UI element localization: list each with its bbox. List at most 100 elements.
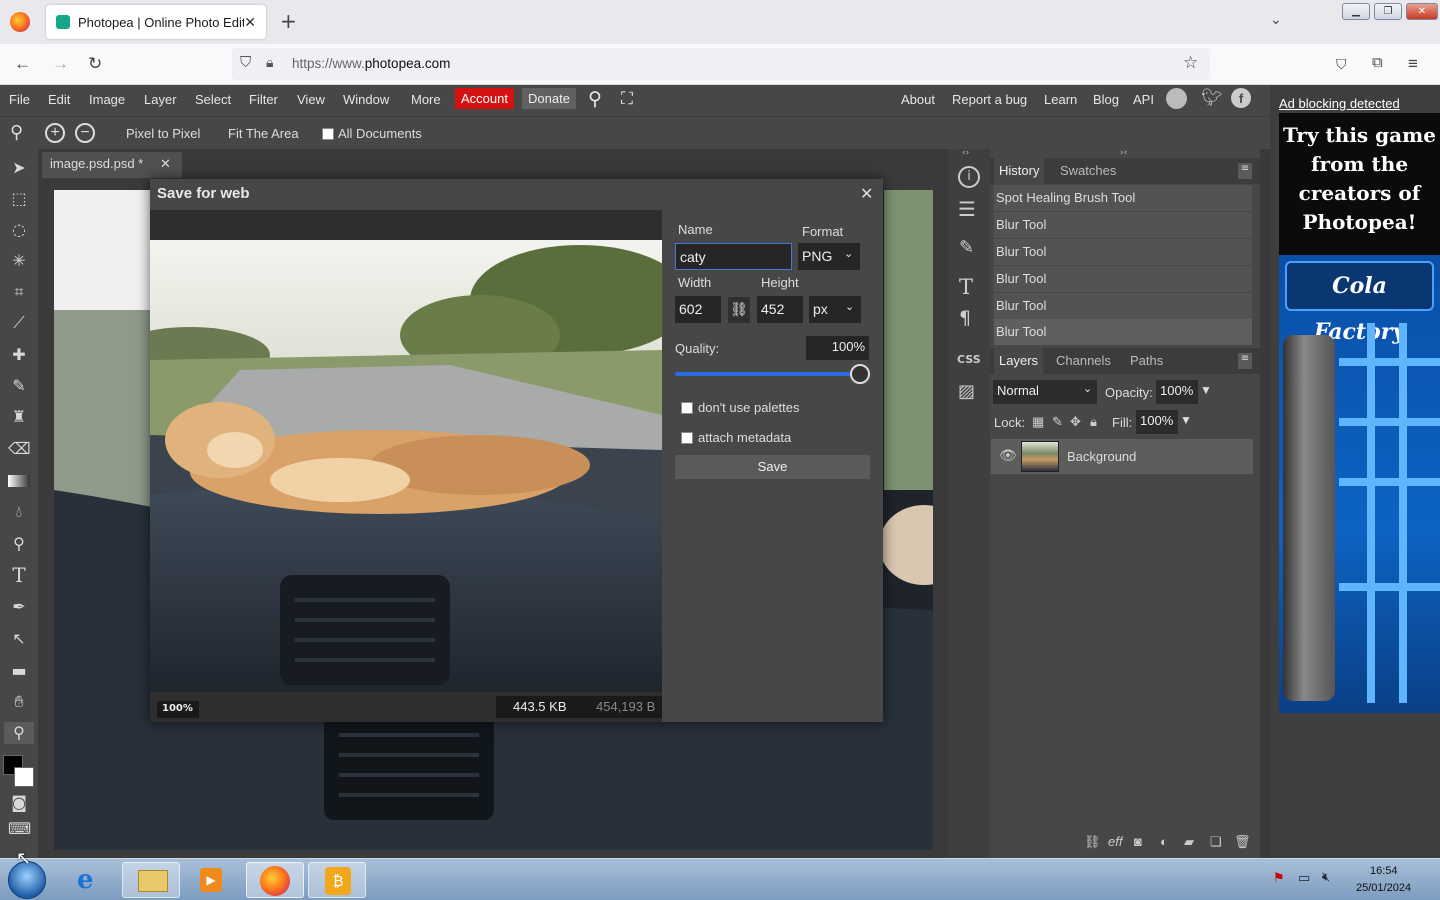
link-dimensions-icon[interactable]: ⛓	[728, 297, 750, 323]
fill-dropdown-icon[interactable]: ▼	[1180, 413, 1192, 427]
blend-mode-select[interactable]: Normal ⌄	[993, 380, 1097, 404]
hamburger-menu-icon[interactable]: ≡	[1408, 54, 1418, 74]
menu-window[interactable]: Window	[343, 92, 389, 107]
collapse-panels-icon[interactable]: ›‹	[1120, 148, 1127, 158]
dodge-tool-icon[interactable]: ⚲	[8, 533, 30, 555]
list-tabs-chevron-icon[interactable]: ⌄	[1270, 12, 1282, 28]
history-item[interactable]: Blur Tool	[994, 293, 1252, 319]
expand-panels-icon[interactable]: ‹›	[962, 148, 969, 158]
account-button[interactable]: Account	[455, 88, 514, 109]
stamp-tool-icon[interactable]: ♜	[8, 406, 30, 428]
preview-image[interactable]	[150, 240, 662, 692]
document-tab[interactable]: image.psd.psd * ✕	[42, 152, 182, 178]
format-select[interactable]: PNG ⌄	[798, 243, 860, 270]
brush-tool-icon[interactable]: ✎	[8, 375, 30, 397]
link-learn[interactable]: Learn	[1044, 92, 1077, 107]
layer-mask-icon[interactable]: ◙	[1134, 834, 1142, 849]
link-report-bug[interactable]: Report a bug	[952, 92, 1027, 107]
zoom-tool-selected-icon[interactable]: ⚲	[4, 722, 34, 744]
lock-position-icon[interactable]: ✥	[1070, 414, 1081, 430]
history-item[interactable]: Blur Tool	[994, 266, 1252, 292]
link-about[interactable]: About	[901, 92, 935, 107]
menu-filter[interactable]: Filter	[249, 92, 278, 107]
bookmark-star-icon[interactable]: ☆	[1183, 53, 1198, 73]
app-taskbar-icon[interactable]: ₿	[308, 862, 366, 898]
pixel-to-pixel-button[interactable]: Pixel to Pixel	[126, 126, 200, 141]
menu-view[interactable]: View	[297, 92, 325, 107]
pen-tool-icon[interactable]: ✒	[8, 596, 30, 618]
character-icon[interactable]: T	[959, 275, 973, 299]
history-item[interactable]: Blur Tool	[994, 239, 1252, 265]
file-explorer-taskbar-icon[interactable]	[122, 862, 180, 898]
eyedropper-tool-icon[interactable]: ⟋	[8, 312, 30, 334]
zoom-out-icon[interactable]: −	[75, 123, 95, 143]
close-document-icon[interactable]: ✕	[160, 156, 171, 172]
opacity-input[interactable]: 100%	[1156, 380, 1198, 404]
adjustments-icon[interactable]: ☰	[958, 197, 976, 221]
tab-layers[interactable]: Layers	[994, 348, 1044, 374]
history-item[interactable]: Spot Healing Brush Tool	[994, 185, 1252, 211]
ad-blocking-link[interactable]: Ad blocking detected	[1279, 96, 1400, 111]
shape-tool-icon[interactable]: ▬	[8, 660, 30, 682]
media-player-taskbar-icon[interactable]: ▶	[182, 862, 240, 898]
new-layer-icon[interactable]: ❏	[1210, 834, 1222, 850]
close-tab-icon[interactable]: ✕	[244, 14, 256, 31]
all-documents-checkbox[interactable]	[322, 128, 334, 140]
menu-image[interactable]: Image	[89, 92, 125, 107]
tab-swatches[interactable]: Swatches	[1060, 163, 1116, 178]
firefox-taskbar-icon[interactable]	[246, 862, 304, 898]
fill-input[interactable]: 100%	[1136, 410, 1178, 434]
new-tab-button[interactable]: +	[280, 9, 297, 33]
url-bar[interactable]: ⛉ 🔒︎ https://www.photopea.com ☆	[232, 48, 1210, 80]
attach-metadata-checkbox[interactable]	[681, 432, 693, 444]
info-icon[interactable]: i	[958, 166, 980, 188]
history-item-current[interactable]: Blur Tool	[994, 319, 1252, 345]
height-input[interactable]: 452	[757, 296, 803, 323]
display-icon[interactable]: ▭	[1298, 871, 1310, 886]
visibility-eye-icon[interactable]: 👁︎	[999, 448, 1017, 464]
blur-tool-icon[interactable]: 💧︎	[8, 501, 30, 523]
history-panel-menu-icon[interactable]: ≡	[1238, 163, 1252, 179]
reddit-icon[interactable]	[1166, 88, 1187, 109]
eraser-tool-icon[interactable]: ⌫	[8, 438, 31, 460]
maximize-window-button[interactable]: ❐	[1374, 3, 1402, 20]
tab-channels[interactable]: Channels	[1056, 353, 1111, 368]
css-icon[interactable]: CSS	[957, 353, 981, 366]
link-blog[interactable]: Blog	[1093, 92, 1119, 107]
minimize-window-button[interactable]: ▁	[1342, 3, 1370, 20]
volume-muted-icon[interactable]: 🔇︎	[1322, 870, 1330, 885]
background-color-swatch[interactable]	[14, 767, 34, 787]
width-input[interactable]: 602	[675, 296, 721, 323]
link-api[interactable]: API	[1133, 92, 1154, 107]
donate-button[interactable]: Donate	[522, 88, 576, 109]
healing-tool-icon[interactable]: ✚	[8, 344, 30, 366]
pocket-icon[interactable]: ⛉	[1336, 56, 1347, 73]
lock-transparency-icon[interactable]: ▦	[1032, 414, 1044, 430]
fullscreen-icon[interactable]: ⛶	[621, 89, 633, 109]
menu-layer[interactable]: Layer	[144, 92, 177, 107]
network-error-icon[interactable]: ⚑	[1273, 871, 1285, 886]
hand-tool-icon[interactable]: ✋︎	[8, 691, 30, 713]
lasso-tool-icon[interactable]: ◌	[8, 219, 30, 241]
save-button[interactable]: Save	[675, 455, 870, 479]
tab-paths[interactable]: Paths	[1130, 353, 1163, 368]
layer-row-background[interactable]: 👁︎ Background	[991, 439, 1253, 474]
reload-icon[interactable]: ↻	[88, 54, 102, 74]
back-arrow-icon[interactable]: ←	[14, 54, 31, 74]
quality-slider-track[interactable]	[675, 372, 860, 376]
facebook-icon[interactable]: f	[1231, 88, 1251, 108]
lock-pixels-icon[interactable]: ✎	[1052, 414, 1063, 430]
menu-select[interactable]: Select	[195, 92, 231, 107]
search-icon[interactable]: ⚲	[588, 88, 602, 111]
tracking-shield-icon[interactable]: ⛉	[240, 54, 251, 71]
url-text[interactable]: https://www.photopea.com	[292, 56, 450, 71]
delete-layer-icon[interactable]: 🗑︎	[1234, 834, 1251, 850]
new-folder-icon[interactable]: ▰	[1184, 834, 1194, 850]
layers-panel-menu-icon[interactable]: ≡	[1238, 353, 1252, 369]
ad-banner[interactable]: Try this game from the creators of Photo…	[1279, 113, 1440, 713]
move-tool-icon[interactable]: ➤	[8, 157, 30, 179]
quality-input[interactable]: 100%	[806, 336, 869, 360]
forward-arrow-icon[interactable]: →	[52, 54, 69, 74]
firefox-menu-icon[interactable]	[10, 12, 30, 32]
path-select-tool-icon[interactable]: ↖	[8, 628, 30, 650]
